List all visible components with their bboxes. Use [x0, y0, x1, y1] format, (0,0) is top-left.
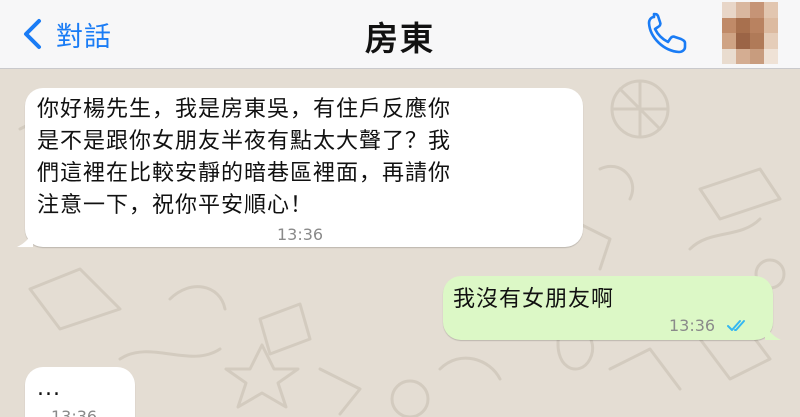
double-check-icon: [727, 318, 749, 337]
message-time: 13:36: [277, 225, 324, 244]
incoming-message-bubble[interactable]: 你好楊先生，我是房東吳，有住戶反應你 是不是跟你女朋友半夜有點太大聲了？我 們這…: [17, 88, 583, 247]
bubble-tail: [17, 231, 33, 247]
message-text: 我沒有女朋友啊: [453, 287, 615, 312]
incoming-message-bubble[interactable]: ... 13:36: [25, 367, 135, 417]
message-time: 13:36: [51, 407, 98, 417]
avatar[interactable]: [722, 2, 778, 64]
outgoing-message-bubble[interactable]: 我沒有女朋友啊 13:36: [443, 276, 781, 340]
message-text: 你好楊先生，我是房東吳，有住戶反應你 是不是跟你女朋友半夜有點太大聲了？我 們這…: [37, 97, 452, 218]
navigation-bar: 對話 房東: [0, 0, 800, 69]
bubble-tail: [765, 324, 781, 340]
chat-area[interactable]: 你好楊先生，我是房東吳，有住戶反應你 是不是跟你女朋友半夜有點太大聲了？我 們這…: [0, 69, 800, 417]
call-button[interactable]: [645, 12, 693, 56]
phone-icon: [645, 12, 693, 60]
message-time: 13:36: [669, 316, 716, 335]
message-text: ...: [37, 376, 61, 401]
